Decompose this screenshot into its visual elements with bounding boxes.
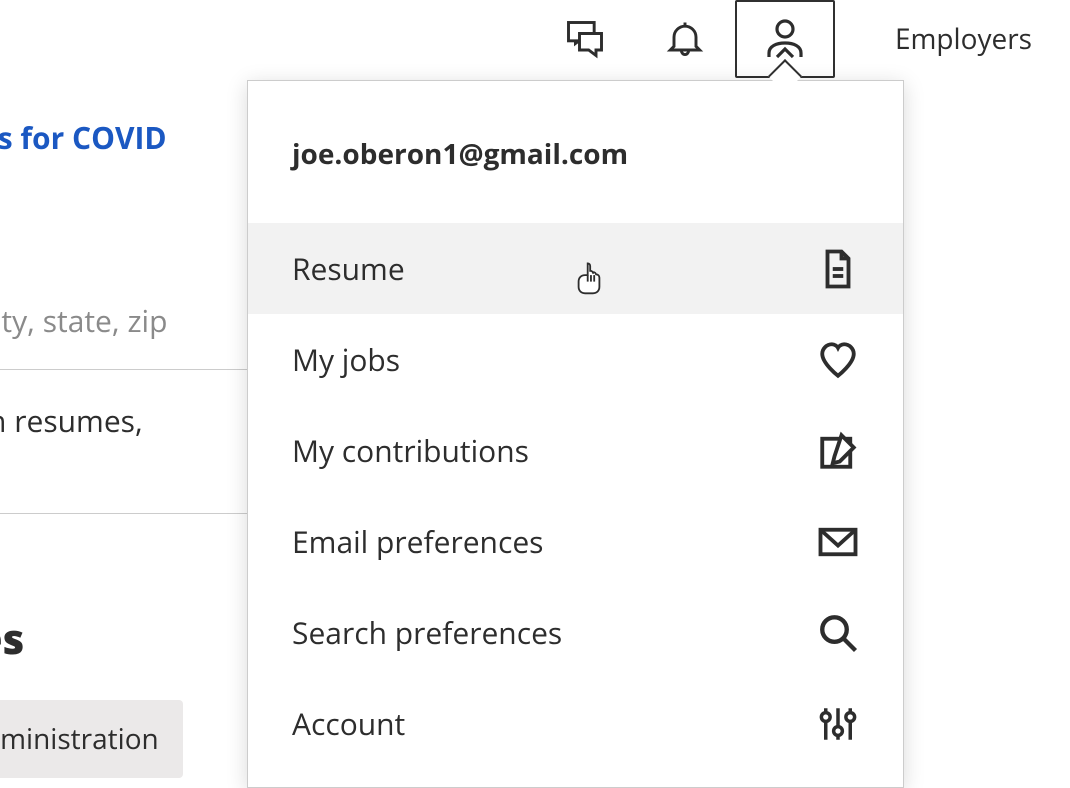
chat-icon	[563, 17, 607, 61]
dropdown-item-label: My jobs	[292, 339, 400, 380]
heart-icon	[817, 339, 859, 381]
profile-button[interactable]	[735, 0, 835, 78]
searches-heading: arches	[0, 610, 24, 667]
edit-icon	[817, 430, 859, 472]
search-subtext: o, search resumes,	[0, 400, 260, 441]
messages-button[interactable]	[535, 0, 635, 78]
top-nav: Employers	[0, 0, 1070, 78]
dropdown-item-email-preferences[interactable]: Email preferences	[248, 496, 903, 587]
dropdown-item-search-preferences[interactable]: Search preferences	[248, 587, 903, 678]
dropdown-item-label: Search preferences	[292, 612, 562, 653]
notifications-button[interactable]	[635, 0, 735, 78]
dropdown-item-account[interactable]: Account	[248, 678, 903, 769]
dropdown-header: joe.oberon1@gmail.com	[248, 81, 903, 223]
dropdown-item-label: My contributions	[292, 430, 529, 471]
bell-icon	[663, 17, 707, 61]
document-icon	[817, 248, 859, 290]
divider	[0, 513, 260, 514]
dropdown-item-label: Account	[292, 703, 405, 744]
dropdown-item-my-contributions[interactable]: My contributions	[248, 405, 903, 496]
search-icon	[817, 612, 859, 654]
sliders-icon	[817, 703, 859, 745]
mail-icon	[817, 521, 859, 563]
employers-link[interactable]: Employers	[835, 20, 1062, 58]
search-area: here City, state, zip o, search resumes,	[0, 300, 260, 441]
dropdown-items: Resume My jobs My contributions	[248, 223, 903, 769]
covid-banner[interactable]: esources for COVID	[0, 97, 167, 158]
dropdown-item-label: Email preferences	[292, 521, 543, 562]
profile-icon	[761, 15, 809, 63]
dropdown-item-label: Resume	[292, 248, 405, 289]
dropdown-item-resume[interactable]: Resume	[248, 223, 903, 314]
profile-dropdown: joe.oberon1@gmail.com Resume My jobs	[247, 80, 904, 788]
recent-search-chip[interactable]: care administration	[0, 700, 183, 778]
user-email: joe.oberon1@gmail.com	[292, 135, 859, 173]
where-input-placeholder[interactable]: City, state, zip	[0, 300, 167, 341]
dropdown-item-my-jobs[interactable]: My jobs	[248, 314, 903, 405]
